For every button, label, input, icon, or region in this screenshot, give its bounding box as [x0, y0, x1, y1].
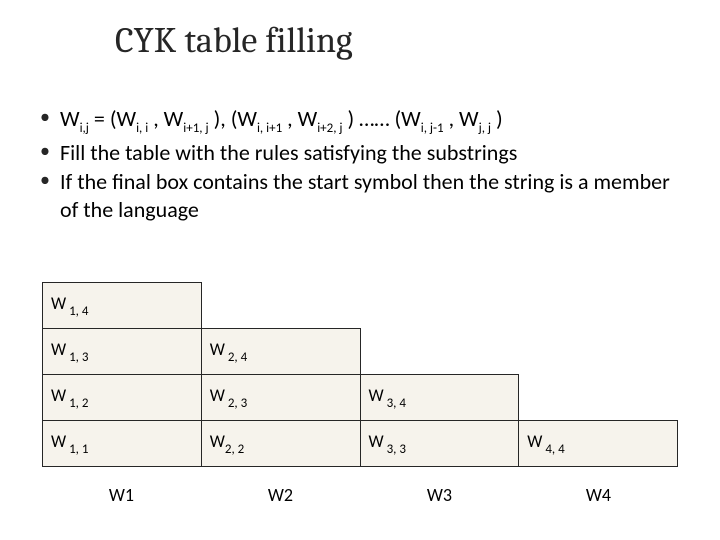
- bullet-list: Wi,j = (Wi, i , Wi+1, j ), (Wi, i+1 , Wi…: [36, 105, 684, 225]
- table-row: W 1, 3 W 2, 4: [43, 329, 678, 375]
- token-labels: W1 W2 W3 W4: [42, 478, 678, 507]
- token-w4: W4: [519, 478, 678, 507]
- table-row: W 1, 4: [43, 283, 678, 329]
- cell-3-3: W 3, 3: [360, 421, 519, 467]
- token-w3: W3: [360, 478, 519, 507]
- cell-2-3: W 2, 3: [201, 375, 360, 421]
- bullet-2: Fill the table with the rules satisfying…: [36, 139, 684, 167]
- cell-1-4: W 1, 4: [43, 283, 202, 329]
- slide: CYK table filling Wi,j = (Wi, i , Wi+1, …: [0, 0, 720, 540]
- table-row: W 1, 1 W2, 2 W 3, 3 W 4, 4: [43, 421, 678, 467]
- slide-title: CYK table filling: [115, 20, 353, 61]
- cell-1-3: W 1, 3: [43, 329, 202, 375]
- token-w2: W2: [201, 478, 360, 507]
- b1-text: Wi,j = (Wi, i , Wi+1, j ), (Wi, i+1 , Wi…: [60, 105, 503, 132]
- cell-3-4: W 3, 4: [360, 375, 519, 421]
- cell-2-2: W2, 2: [201, 421, 360, 467]
- cyk-table: W 1, 4 W 1, 3 W 2, 4 W 1, 2 W 2, 3 W 3, …: [42, 282, 678, 467]
- cell-2-4: W 2, 4: [201, 329, 360, 375]
- cell-1-2: W 1, 2: [43, 375, 202, 421]
- table-row: W 1, 2 W 2, 3 W 3, 4: [43, 375, 678, 421]
- cell-4-4: W 4, 4: [519, 421, 678, 467]
- cell-1-1: W 1, 1: [43, 421, 202, 467]
- bullet-1: Wi,j = (Wi, i , Wi+1, j ), (Wi, i+1 , Wi…: [36, 105, 684, 137]
- token-w1: W1: [42, 478, 201, 507]
- bullet-3: If the final box contains the start symb…: [36, 168, 684, 223]
